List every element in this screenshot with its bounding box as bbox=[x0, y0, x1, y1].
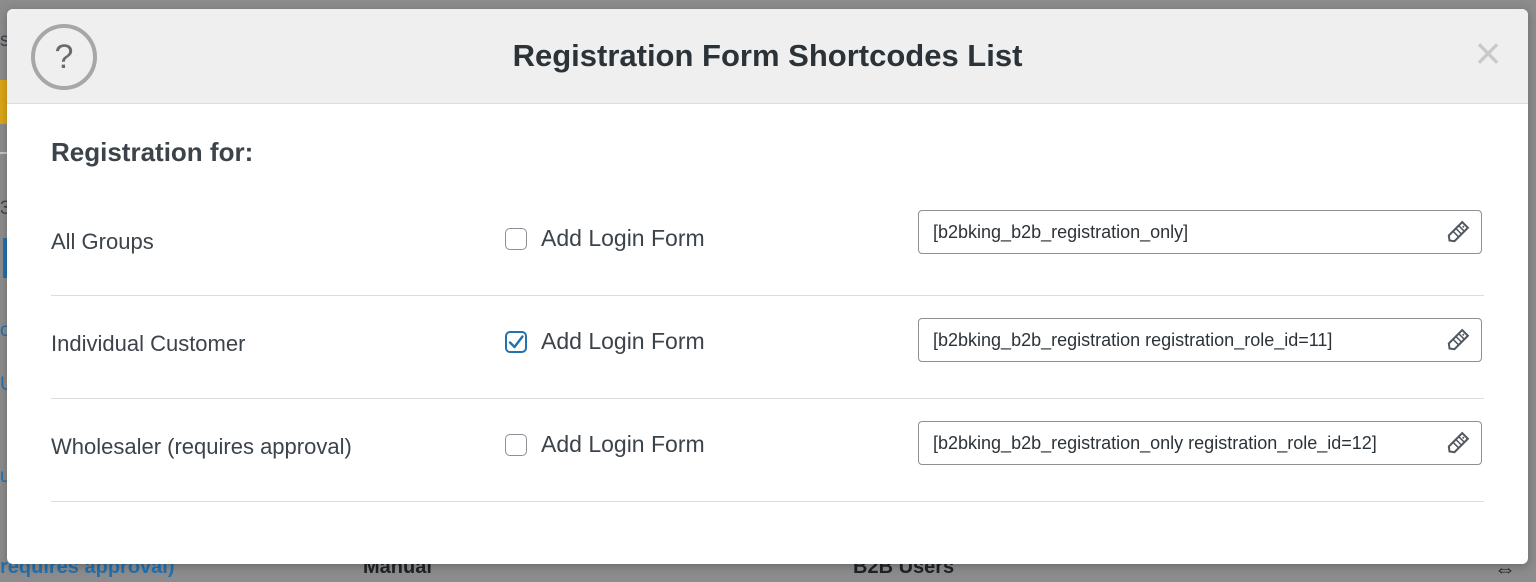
copy-tag-icon[interactable] bbox=[1445, 327, 1471, 353]
add-login-form-checkbox[interactable] bbox=[505, 227, 527, 250]
close-icon[interactable]: × bbox=[1466, 30, 1510, 76]
add-login-form-label: Add Login Form bbox=[541, 328, 705, 354]
add-login-form-toggle[interactable]: Add Login Form bbox=[505, 225, 705, 252]
registration-row: Wholesaler (requires approval) Add Login… bbox=[51, 398, 1484, 502]
add-login-form-label: Add Login Form bbox=[541, 225, 705, 251]
registration-row: All Groups Add Login Form [b2bking_b2b_r… bbox=[51, 192, 1484, 296]
section-label: Registration for: bbox=[51, 137, 254, 167]
shortcode-field[interactable]: [b2bking_b2b_registration registration_r… bbox=[918, 318, 1482, 362]
copy-tag-icon[interactable] bbox=[1445, 219, 1471, 245]
shortcode-text: [b2bking_b2b_registration_only] bbox=[933, 222, 1189, 242]
shortcodes-modal: ? Registration Form Shortcodes List × Re… bbox=[7, 9, 1528, 564]
add-login-form-checkbox[interactable] bbox=[505, 330, 527, 353]
add-login-form-checkbox[interactable] bbox=[505, 433, 527, 456]
checkmark-icon bbox=[508, 334, 524, 348]
shortcode-text: [b2bking_b2b_registration registration_r… bbox=[933, 330, 1333, 350]
group-label: Wholesaler (requires approval) bbox=[51, 434, 352, 459]
add-login-form-label: Add Login Form bbox=[541, 431, 705, 457]
background-notice-edge bbox=[0, 80, 7, 124]
shortcode-field[interactable]: [b2bking_b2b_registration_only] bbox=[918, 210, 1482, 254]
shortcode-field[interactable]: [b2bking_b2b_registration_only registrat… bbox=[918, 421, 1482, 465]
add-login-form-toggle[interactable]: Add Login Form bbox=[505, 328, 705, 355]
modal-header: ? Registration Form Shortcodes List × bbox=[7, 9, 1528, 104]
group-label: All Groups bbox=[51, 229, 154, 254]
shortcode-text: [b2bking_b2b_registration_only registrat… bbox=[933, 433, 1377, 453]
background-divider bbox=[0, 152, 7, 154]
registration-row: Individual Customer Add Login Form [b2bk… bbox=[51, 295, 1484, 399]
group-label: Individual Customer bbox=[51, 331, 246, 356]
add-login-form-toggle[interactable]: Add Login Form bbox=[505, 431, 705, 458]
copy-tag-icon[interactable] bbox=[1445, 430, 1471, 456]
modal-title: Registration Form Shortcodes List bbox=[512, 38, 1023, 73]
